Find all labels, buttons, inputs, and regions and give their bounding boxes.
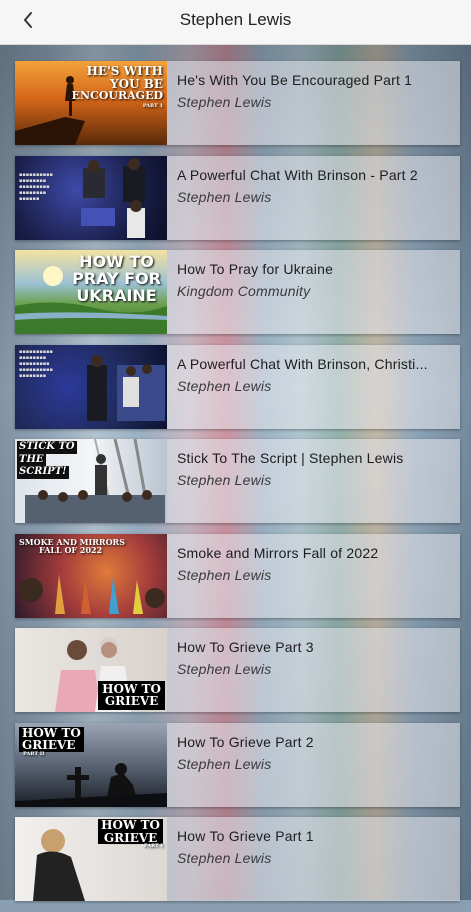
video-item[interactable]: SMOKE AND MIRRORS FALL OF 2022 Smoke and…: [15, 533, 460, 618]
thumbnail-text: SMOKE AND MIRRORS FALL OF 2022: [19, 536, 125, 555]
video-author: Kingdom Community: [177, 283, 311, 299]
thumbnail-text: ▪▪▪▪▪▪▪▪▪▪▪▪▪▪▪▪▪▪▪▪▪▪▪▪▪▪▪▪▪▪▪▪▪▪▪▪▪▪▪▪…: [19, 171, 53, 202]
video-title: Smoke and Mirrors Fall of 2022: [177, 544, 379, 561]
video-title: A Powerful Chat With Brinson - Part 2: [177, 166, 418, 183]
thumbnail-text: HOW TO PRAY FOR UKRAINE: [72, 252, 161, 305]
video-item[interactable]: ▪▪▪▪▪▪▪▪▪▪▪▪▪▪▪▪▪▪▪▪▪▪▪▪▪▪▪▪▪▪▪▪▪▪▪▪▪▪▪▪…: [15, 344, 460, 429]
thumbnail-text: HOW TO GRIEVE PART II: [19, 726, 84, 757]
video-author: Stephen Lewis: [177, 472, 272, 488]
video-author: Stephen Lewis: [177, 188, 272, 205]
video-author: Stephen Lewis: [177, 661, 272, 677]
video-title: Stick To The Script | Stephen Lewis: [177, 450, 404, 466]
video-title: How To Grieve Part 3: [177, 639, 314, 655]
video-author: Stephen Lewis: [177, 566, 272, 583]
page-title: Stephen Lewis: [179, 10, 292, 29]
thumbnail-text: STICK TO THE SCRIPT!: [17, 441, 77, 479]
video-title: A Powerful Chat With Brinson, Christi...: [177, 355, 428, 372]
video-author: Stephen Lewis: [177, 850, 272, 866]
video-item[interactable]: HOW TO GRIEVE PART I How To Grieve Part …: [15, 817, 460, 901]
video-item[interactable]: HOW TO PRAY FOR UKRAINE How To Pray for …: [15, 250, 460, 334]
video-title: How To Pray for Ukraine: [177, 261, 334, 277]
video-author: Stephen Lewis: [177, 94, 272, 110]
video-thumbnail: ▪▪▪▪▪▪▪▪▪▪▪▪▪▪▪▪▪▪▪▪▪▪▪▪▪▪▪▪▪▪▪▪▪▪▪▪▪▪▪▪…: [15, 344, 167, 429]
video-thumbnail: HOW TO PRAY FOR UKRAINE: [15, 250, 167, 334]
navigation-bar: Stephen Lewis: [0, 0, 471, 45]
video-title: He's With You Be Encouraged Part 1: [177, 72, 413, 88]
video-list: HE'S WITH YOU BE ENCOURAGED PART 1 He's …: [15, 61, 460, 912]
video-thumbnail: HOW TO GRIEVE PART I: [15, 817, 167, 901]
video-thumbnail: HE'S WITH YOU BE ENCOURAGED PART 1: [15, 61, 167, 145]
video-thumbnail: HOW TO GRIEVE: [15, 628, 167, 712]
video-thumbnail: STICK TO THE SCRIPT!: [15, 439, 167, 523]
video-item[interactable]: HOW TO GRIEVE How To Grieve Part 3 Steph…: [15, 628, 460, 712]
video-author: Stephen Lewis: [177, 755, 272, 772]
thumbnail-text: HOW TO GRIEVE: [98, 680, 165, 710]
video-thumbnail: SMOKE AND MIRRORS FALL OF 2022: [15, 533, 167, 618]
video-item[interactable]: HOW TO GRIEVE PART II How To Grieve Part…: [15, 722, 460, 807]
thumbnail-text: ▪▪▪▪▪▪▪▪▪▪▪▪▪▪▪▪▪▪▪▪▪▪▪▪▪▪▪▪▪▪▪▪▪▪▪▪▪▪▪▪…: [19, 348, 53, 379]
video-title: How To Grieve Part 2: [177, 733, 314, 750]
video-item[interactable]: STICK TO THE SCRIPT! Stick To The Script…: [15, 439, 460, 523]
video-title: How To Grieve Part 1: [177, 828, 314, 844]
video-item[interactable]: ▪▪▪▪▪▪▪▪▪▪▪▪▪▪▪▪▪▪▪▪▪▪▪▪▪▪▪▪▪▪▪▪▪▪▪▪▪▪▪▪…: [15, 155, 460, 240]
video-thumbnail: ▪▪▪▪▪▪▪▪▪▪▪▪▪▪▪▪▪▪▪▪▪▪▪▪▪▪▪▪▪▪▪▪▪▪▪▪▪▪▪▪…: [15, 155, 167, 240]
video-item[interactable]: HE'S WITH YOU BE ENCOURAGED PART 1 He's …: [15, 61, 460, 145]
thumbnail-text: HE'S WITH YOU BE ENCOURAGED PART 1: [71, 64, 163, 109]
thumbnail-text: HOW TO GRIEVE PART I: [98, 819, 163, 849]
video-thumbnail: HOW TO GRIEVE PART II: [15, 722, 167, 807]
video-author: Stephen Lewis: [177, 377, 272, 394]
